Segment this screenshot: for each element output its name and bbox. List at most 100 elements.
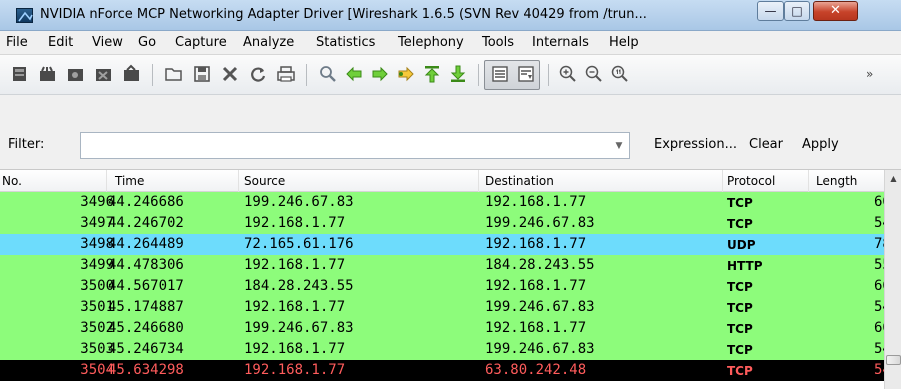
packet-length: 78 [874, 236, 884, 252]
print-icon[interactable] [276, 64, 296, 84]
toolbar-separator [152, 64, 153, 86]
stop-capture-icon[interactable] [94, 64, 114, 84]
go-to-packet-icon[interactable] [396, 64, 416, 84]
packet-row[interactable]: 3497 44.246702 192.168.1.77 199.246.67.8… [0, 213, 884, 234]
packet-row[interactable]: 3498 44.264489 72.165.61.176 192.168.1.7… [0, 234, 884, 255]
interface-list-icon[interactable] [10, 64, 30, 84]
packet-no: 3500 [80, 278, 114, 294]
menu-go[interactable]: Go [138, 35, 156, 50]
menu-edit[interactable]: Edit [48, 35, 73, 50]
packet-length: 60 [874, 194, 884, 210]
packet-length: 54 [874, 341, 884, 357]
packet-time: 44.567017 [108, 278, 184, 294]
packet-list-header: No. Time Source Destination Protocol Len… [0, 170, 884, 192]
packet-time: 44.264489 [108, 236, 184, 252]
menu-analyze[interactable]: Analyze [243, 35, 294, 50]
column-divider[interactable] [808, 170, 809, 192]
open-file-icon[interactable] [164, 64, 184, 84]
menu-help[interactable]: Help [609, 35, 639, 50]
maximize-button[interactable]: □ [784, 1, 810, 21]
column-divider[interactable] [238, 170, 239, 192]
menu-file[interactable]: File [6, 35, 28, 50]
find-packet-icon[interactable] [318, 64, 338, 84]
zoom-out-icon[interactable] [584, 64, 604, 84]
restart-capture-icon[interactable] [122, 64, 142, 84]
packet-row[interactable]: 3499 44.478306 192.168.1.77 184.28.243.5… [0, 255, 884, 276]
packet-length: 60 [874, 320, 884, 336]
minimize-button[interactable]: — [757, 1, 784, 21]
go-last-icon[interactable] [448, 64, 468, 84]
packet-row[interactable]: 3496 44.246686 199.246.67.83 192.168.1.7… [0, 192, 884, 213]
packet-time: 44.246702 [108, 215, 184, 231]
packet-source: 199.246.67.83 [244, 320, 354, 336]
column-header-protocol[interactable]: Protocol [727, 174, 775, 188]
column-header-no[interactable]: No. [2, 174, 22, 188]
packet-source: 192.168.1.77 [244, 215, 346, 231]
packet-source: 184.28.243.55 [244, 278, 354, 294]
go-forward-icon[interactable] [370, 64, 390, 84]
packet-row[interactable]: 3501 45.174887 192.168.1.77 199.246.67.8… [0, 297, 884, 318]
auto-scroll-icon[interactable] [516, 64, 536, 84]
packet-row[interactable]: 3503 45.246734 192.168.1.77 199.246.67.8… [0, 339, 884, 360]
packet-protocol: TCP [727, 301, 753, 315]
packet-list-scrollbar[interactable]: ▲ [884, 170, 901, 389]
filter-label: Filter: [8, 137, 45, 152]
packet-protocol: TCP [727, 196, 753, 210]
column-header-destination[interactable]: Destination [485, 174, 554, 188]
packet-source: 192.168.1.77 [244, 299, 346, 315]
packet-destination: 192.168.1.77 [485, 236, 587, 252]
packet-row[interactable]: 3502 45.246680 199.246.67.83 192.168.1.7… [0, 318, 884, 339]
scroll-thumb[interactable] [886, 355, 901, 365]
column-divider[interactable] [722, 170, 723, 192]
menu-capture[interactable]: Capture [175, 35, 227, 50]
column-header-length[interactable]: Length [816, 174, 857, 188]
packet-destination: 199.246.67.83 [485, 215, 595, 231]
normal-size-icon[interactable] [610, 64, 630, 84]
go-first-icon[interactable] [422, 64, 442, 84]
filter-history-dropdown-icon[interactable]: ▼ [610, 135, 628, 157]
packet-no: 3499 [80, 257, 114, 273]
column-header-source[interactable]: Source [244, 174, 285, 188]
scroll-up-icon[interactable]: ▲ [885, 170, 901, 187]
zoom-in-icon[interactable] [558, 64, 578, 84]
column-header-time[interactable]: Time [115, 174, 144, 188]
reload-icon[interactable] [248, 64, 268, 84]
packet-time: 45.246734 [108, 341, 184, 357]
packet-source: 199.246.67.83 [244, 194, 354, 210]
packet-source: 192.168.1.77 [244, 341, 346, 357]
display-filter-input[interactable] [80, 132, 630, 159]
go-back-icon[interactable] [344, 64, 364, 84]
apply-button[interactable]: Apply [802, 137, 839, 152]
column-divider[interactable] [478, 170, 479, 192]
packet-length: 54 [874, 362, 884, 378]
packet-length: 55 [874, 257, 884, 273]
menu-statistics[interactable]: Statistics [316, 35, 375, 50]
packet-protocol: TCP [727, 364, 753, 378]
close-icon: ✕ [830, 3, 841, 18]
packet-row[interactable]: 3500 44.567017 184.28.243.55 192.168.1.7… [0, 276, 884, 297]
close-file-icon[interactable] [220, 64, 240, 84]
column-divider[interactable] [106, 170, 107, 192]
packet-row[interactable]: 3504 45.634298 192.168.1.77 63.80.242.48… [0, 360, 884, 381]
packet-protocol: TCP [727, 280, 753, 294]
packet-destination: 63.80.242.48 [485, 362, 587, 378]
colorize-icon[interactable] [490, 64, 510, 84]
menu-tools[interactable]: Tools [482, 35, 514, 50]
menu-telephony[interactable]: Telephony [398, 35, 464, 50]
packet-destination: 192.168.1.77 [485, 278, 587, 294]
packet-no: 3502 [80, 320, 114, 336]
menu-view[interactable]: View [92, 35, 123, 50]
save-file-icon[interactable] [192, 64, 212, 84]
packet-list: No. Time Source Destination Protocol Len… [0, 170, 901, 389]
clear-button[interactable]: Clear [749, 137, 783, 152]
start-capture-icon[interactable] [66, 64, 86, 84]
menu-internals[interactable]: Internals [532, 35, 589, 50]
expression-button[interactable]: Expression... [654, 137, 737, 152]
capture-options-icon[interactable] [38, 64, 58, 84]
maximize-icon: □ [791, 4, 803, 18]
packet-time: 45.246680 [108, 320, 184, 336]
packet-source: 72.165.61.176 [244, 236, 354, 252]
toolbar-overflow-icon[interactable]: » [866, 67, 873, 81]
packet-destination: 199.246.67.83 [485, 299, 595, 315]
close-button[interactable]: ✕ [813, 1, 858, 21]
